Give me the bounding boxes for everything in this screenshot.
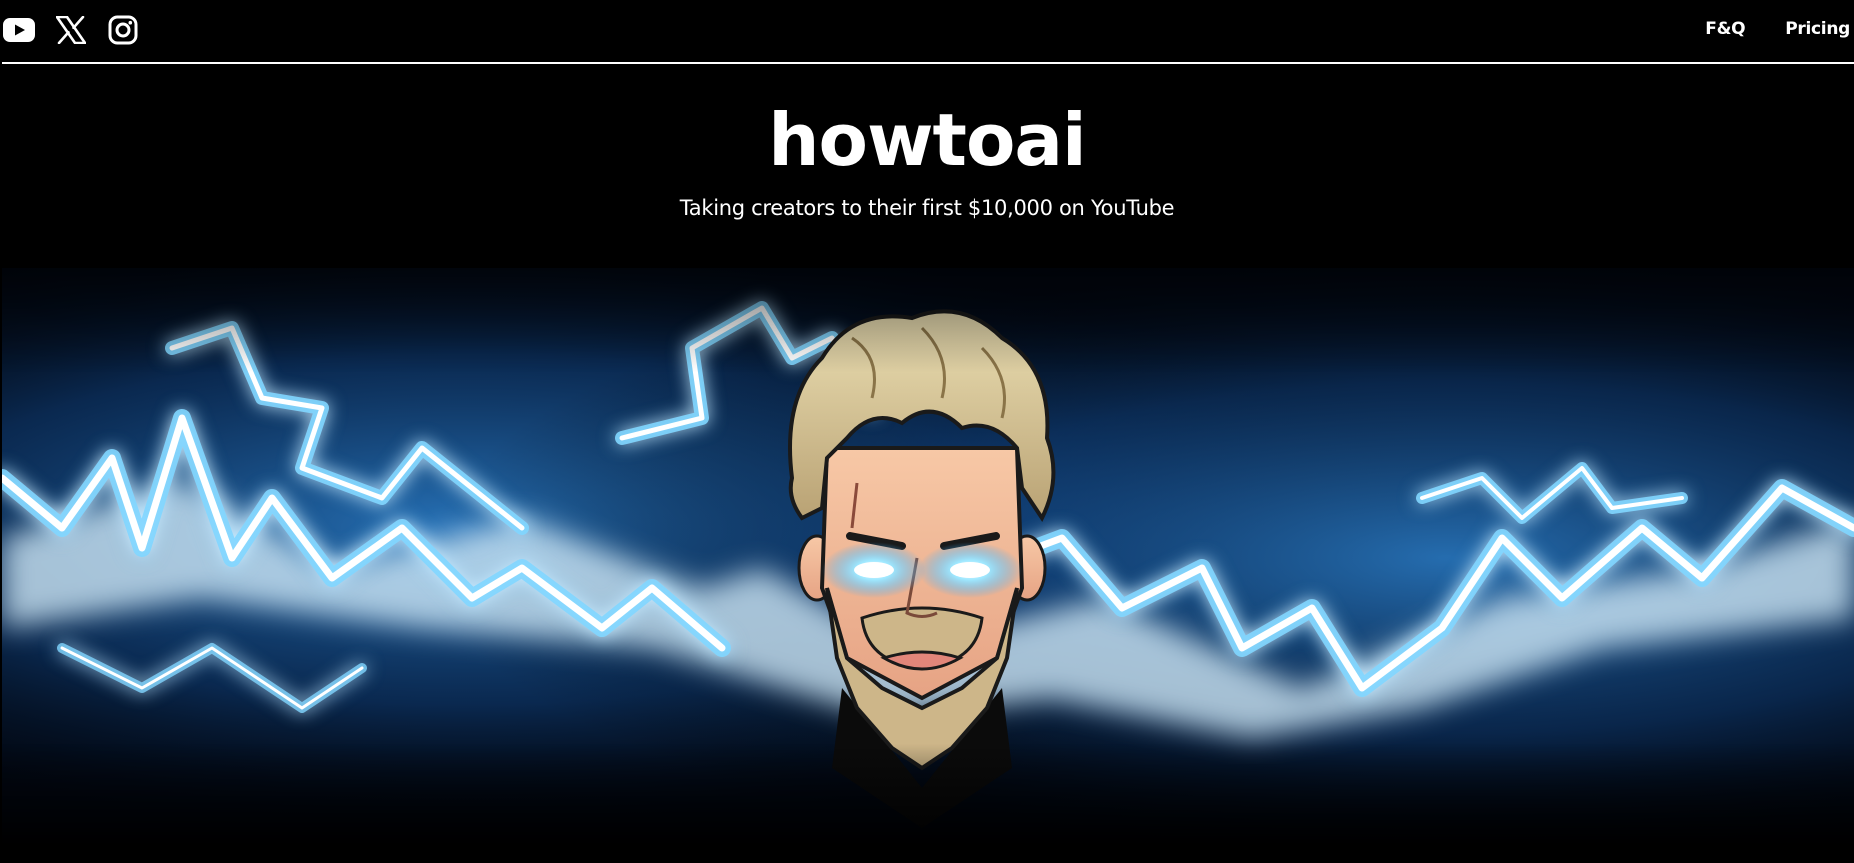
hero-banner <box>2 268 1854 848</box>
x-link[interactable] <box>54 13 88 47</box>
header-divider <box>2 62 1854 64</box>
x-icon <box>56 16 86 44</box>
page-title: howtoai <box>768 98 1086 182</box>
social-links <box>2 13 140 47</box>
header: F&Q Pricing <box>0 0 1854 62</box>
youtube-link[interactable] <box>2 13 36 47</box>
youtube-icon <box>3 18 35 42</box>
instagram-icon <box>108 15 138 45</box>
hero-subtitle: Taking creators to their first $10,000 o… <box>679 196 1175 220</box>
nav-pricing-link[interactable]: Pricing <box>1785 19 1850 39</box>
main-nav: F&Q Pricing <box>1705 19 1850 39</box>
instagram-link[interactable] <box>106 13 140 47</box>
lightning-avatar-illustration <box>2 268 1854 848</box>
nav-faq-link[interactable]: F&Q <box>1705 19 1745 39</box>
